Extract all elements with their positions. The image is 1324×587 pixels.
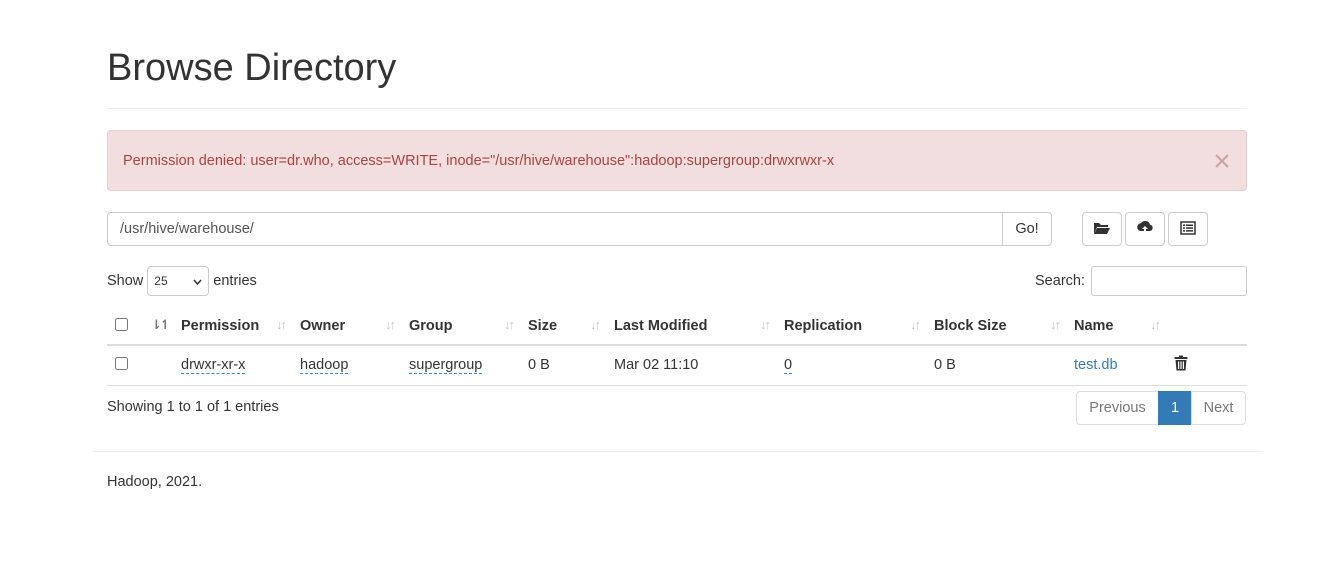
sort-icon: ↓↑: [276, 317, 287, 332]
column-label: Name: [1074, 318, 1114, 334]
footer-text: Hadoop, 2021.: [107, 474, 203, 490]
column-size[interactable]: Size ↓↑: [528, 308, 614, 346]
column-last-modified[interactable]: Last Modified ↓↑: [614, 308, 784, 346]
show-label: Show: [107, 273, 144, 289]
group-value[interactable]: supergroup: [409, 357, 483, 375]
alert-message: Permission denied: user=dr.who, access=W…: [123, 152, 835, 169]
previous-button[interactable]: Previous: [1076, 391, 1159, 425]
replication-cell: 0: [784, 345, 934, 386]
path-bar: Go!: [107, 212, 1052, 246]
owner-value[interactable]: hadoop: [300, 357, 349, 375]
go-button[interactable]: Go!: [1003, 212, 1052, 246]
file-name-link[interactable]: test.db: [1074, 357, 1118, 373]
list-alt-icon: [1180, 220, 1196, 238]
entries-select[interactable]: 25: [147, 266, 210, 296]
column-block-size[interactable]: Block Size ↓↑: [934, 308, 1074, 346]
column-replication[interactable]: Replication ↓↑: [784, 308, 934, 346]
column-label: Replication: [784, 318, 863, 334]
replication-value[interactable]: 0: [784, 357, 793, 375]
entries-label: entries: [213, 273, 257, 289]
column-label: Block Size: [934, 318, 1007, 334]
search-filter: Search:: [1035, 266, 1247, 296]
upload-button[interactable]: [1125, 212, 1165, 246]
permission-cell: drwxr-xr-x: [151, 345, 300, 386]
search-input[interactable]: [1091, 266, 1247, 296]
cloud-upload-icon: [1136, 220, 1154, 238]
column-label: Last Modified: [614, 318, 708, 334]
file-table: ⇂↿ Permission ↓↑ Owner ↓↑ Group ↓↑ Size …: [107, 308, 1247, 386]
select-all-header: ⇂↿: [107, 308, 171, 346]
column-owner[interactable]: Owner ↓↑: [300, 308, 409, 346]
folder-open-icon: [1093, 221, 1111, 238]
row-select-cell: [107, 345, 151, 386]
column-actions: [1174, 308, 1247, 346]
row-checkbox[interactable]: [115, 356, 128, 370]
column-permission[interactable]: Permission ↓↑: [151, 308, 300, 346]
permission-value[interactable]: drwxr-xr-x: [181, 357, 246, 375]
table-row: drwxr-xr-x hadoop supergroup 0 B Mar 02 …: [107, 345, 1247, 386]
close-icon[interactable]: [1209, 148, 1235, 174]
sort-icon: ↓↑: [1050, 317, 1061, 332]
entries-length: Show 25 entries: [107, 266, 257, 296]
column-label: Permission: [181, 318, 260, 334]
column-label: Group: [409, 318, 453, 334]
column-group[interactable]: Group ↓↑: [409, 308, 528, 346]
name-cell: test.db: [1074, 345, 1174, 386]
pagination: Previous 1 Next: [1076, 391, 1246, 425]
sort-icon: ↓↑: [760, 317, 771, 332]
column-name[interactable]: Name ↓↑: [1074, 308, 1174, 346]
block-size-cell: 0 B: [934, 345, 1074, 386]
page-button-current[interactable]: 1: [1158, 391, 1192, 425]
sort-icon: ↓↑: [1150, 317, 1161, 332]
sort-icon: ↓↑: [910, 317, 921, 332]
group-cell: supergroup: [409, 345, 528, 386]
table-header-row: ⇂↿ Permission ↓↑ Owner ↓↑ Group ↓↑ Size …: [107, 308, 1247, 346]
trash-icon[interactable]: [1174, 355, 1188, 375]
column-label: Owner: [300, 318, 346, 334]
owner-cell: hadoop: [300, 345, 409, 386]
next-button[interactable]: Next: [1191, 391, 1246, 425]
sort-icon: ↓↑: [504, 317, 515, 332]
entries-select-value: 25: [154, 274, 168, 288]
divider: [92, 451, 1262, 452]
divider: [107, 108, 1247, 109]
actions-cell: [1174, 345, 1247, 386]
page-title: Browse Directory: [107, 47, 397, 89]
sort-icon: ↓↑: [385, 317, 396, 332]
directory-path-input[interactable]: [107, 212, 1003, 246]
permission-alert: Permission denied: user=dr.who, access=W…: [107, 130, 1247, 191]
search-label: Search:: [1035, 273, 1085, 289]
last-modified-cell: Mar 02 11:10: [614, 345, 784, 386]
select-all-checkbox[interactable]: [115, 317, 128, 331]
size-cell: 0 B: [528, 345, 614, 386]
cut-paste-button[interactable]: [1168, 212, 1208, 246]
create-directory-button[interactable]: [1082, 212, 1122, 246]
column-label: Size: [528, 318, 558, 334]
chevron-down-icon: [193, 274, 202, 288]
table-info: Showing 1 to 1 of 1 entries: [107, 399, 279, 415]
sort-icon: ↓↑: [590, 317, 601, 332]
